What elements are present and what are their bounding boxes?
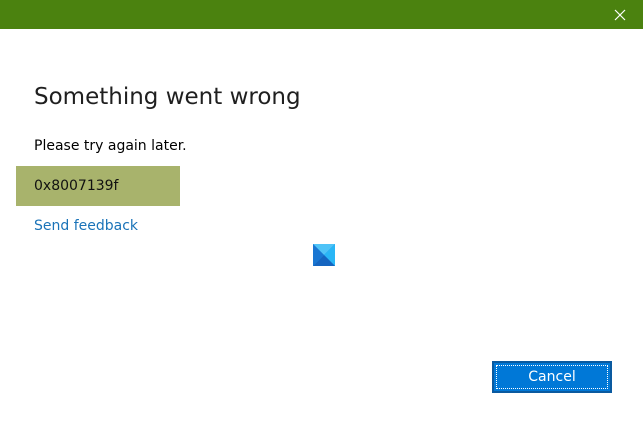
title-bar (0, 0, 643, 29)
cancel-button[interactable]: Cancel (492, 361, 612, 393)
error-code-box: 0x8007139f (16, 166, 180, 206)
error-message: Please try again later. (34, 138, 187, 154)
dialog-title: Something went wrong (34, 84, 301, 110)
cancel-label: Cancel (528, 369, 576, 385)
close-button[interactable] (597, 0, 643, 29)
error-code: 0x8007139f (34, 178, 119, 194)
close-icon (614, 9, 626, 21)
windows-logo-icon (313, 244, 335, 266)
send-feedback-link[interactable]: Send feedback (34, 218, 138, 234)
cancel-focus-ring: Cancel (496, 365, 608, 389)
